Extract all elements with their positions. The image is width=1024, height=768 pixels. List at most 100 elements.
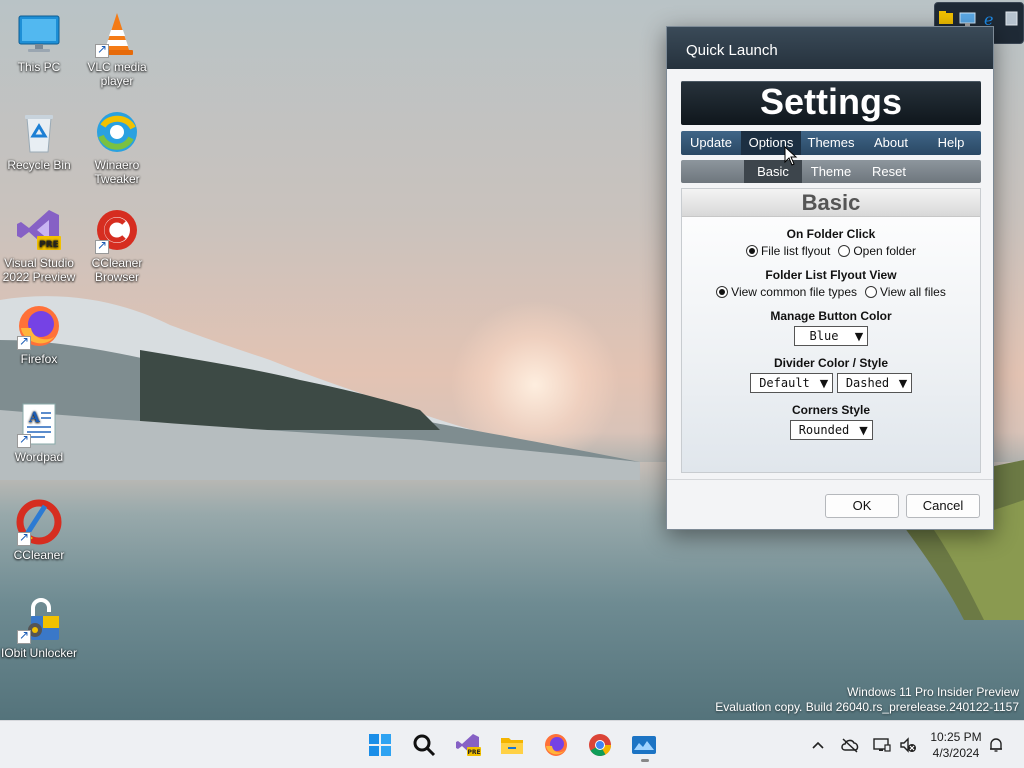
notification-bell-icon[interactable] — [986, 735, 1006, 755]
chrome-icon[interactable] — [584, 729, 616, 761]
wordpad-icon: A — [15, 400, 63, 448]
chevron-up-icon[interactable] — [808, 735, 828, 755]
search-icon[interactable] — [408, 729, 440, 761]
desktop-icon-label: This PC — [17, 60, 61, 74]
tab-themes[interactable]: Themes — [801, 131, 861, 155]
radio-label: File list flyout — [760, 244, 831, 258]
dialog-footer: OK Cancel — [667, 479, 993, 529]
desktop-icon-this-pc[interactable]: This PC — [0, 10, 78, 74]
group-title: Manage Button Color — [770, 309, 892, 323]
corners-style-select[interactable]: Rounded ▼ — [789, 420, 873, 440]
watermark-edition: Windows 11 Pro Insider Preview — [847, 685, 1019, 699]
volume-muted-icon[interactable] — [898, 735, 918, 755]
select-value: Rounded — [798, 423, 850, 437]
select-value: Dashed — [845, 376, 890, 390]
radio-indicator[interactable] — [838, 245, 851, 257]
svg-text:A: A — [28, 410, 41, 426]
quick-launch-app-icon[interactable] — [628, 729, 660, 761]
manage-button-color-select[interactable]: Blue ▼ — [794, 326, 868, 346]
select-value: Blue — [809, 329, 839, 343]
shortcut-arrow-icon — [95, 238, 109, 254]
chevron-down-icon: ▼ — [898, 376, 908, 390]
file-explorer-icon[interactable] — [496, 729, 528, 761]
group-title: Corners Style — [791, 403, 871, 417]
svg-text:PRE: PRE — [39, 240, 59, 250]
options-subtabs: Basic Theme Reset — [681, 160, 981, 183]
ccleaner-browser-icon — [93, 206, 141, 254]
cloud-offline-icon[interactable] — [840, 735, 860, 755]
firefox-icon[interactable] — [540, 729, 572, 761]
desktop-icon-recycle-bin[interactable]: Recycle Bin — [0, 108, 78, 172]
desktop-icon-iobit-unlocker[interactable]: IObit Unlocker — [0, 596, 78, 660]
desktop-icon-label: CCleaner Browser — [91, 256, 143, 284]
visual-studio-icon: PRE — [15, 206, 63, 254]
shortcut-arrow-icon — [17, 432, 31, 448]
clock-date: 4/3/2024 — [932, 746, 980, 760]
chevron-down-icon: ▼ — [854, 329, 864, 343]
radio-indicator[interactable] — [865, 286, 878, 298]
ok-button[interactable]: OK — [825, 494, 899, 518]
shortcut-arrow-icon — [95, 42, 109, 58]
vlc-cone-icon — [93, 10, 141, 58]
taskbar: PRE 10:25 PM 4/3/2024 — [0, 720, 1024, 768]
desktop-icon-wordpad[interactable]: A Wordpad — [0, 400, 78, 464]
group-title: Folder List Flyout View — [765, 268, 897, 282]
windows-start-icon[interactable] — [364, 729, 396, 761]
network-display-icon[interactable] — [872, 735, 892, 755]
tab-update[interactable]: Update — [681, 131, 741, 155]
recycle-bin-icon — [15, 108, 63, 156]
watermark-build: Evaluation copy. Build 26040.rs_prerelea… — [715, 700, 1019, 714]
clock-time: 10:25 PM — [930, 730, 982, 744]
divider-color-select[interactable]: Default ▼ — [750, 373, 833, 393]
desktop-icon-vlc[interactable]: VLC media player — [78, 10, 156, 88]
on-folder-click-group: On Folder Click File list flyout Open fo… — [682, 227, 980, 258]
subtabs-spacer — [681, 160, 744, 183]
desktop-icon-label: Recycle Bin — [7, 158, 71, 172]
corners-style-group: Corners Style Rounded ▼ — [682, 403, 980, 440]
tab-about[interactable]: About — [861, 131, 921, 155]
select-value: Default — [759, 376, 810, 390]
desktop-icon-label: Visual Studio 2022 Preview — [2, 256, 76, 284]
radio-indicator-checked[interactable] — [745, 245, 758, 257]
chevron-down-icon: ▼ — [819, 376, 829, 390]
subtab-theme[interactable]: Theme — [802, 160, 860, 183]
dialog-titlebar[interactable]: Quick Launch — [667, 27, 993, 69]
desktop-icon-label: VLC media player — [87, 60, 147, 88]
desktop-icon-ccleaner-browser[interactable]: CCleaner Browser — [78, 206, 156, 284]
visual-studio-preview-icon[interactable]: PRE — [452, 729, 484, 761]
radio-label: View common file types — [731, 285, 858, 299]
computer-icon — [15, 10, 63, 58]
folder-list-view-group: Folder List Flyout View View common file… — [682, 268, 980, 299]
mouse-cursor-icon — [784, 146, 798, 166]
basic-options-panel: Basic On Folder Click File list flyout O… — [681, 188, 981, 473]
radio-indicator-checked[interactable] — [716, 286, 729, 298]
radio-open-folder[interactable]: Open folder — [838, 244, 916, 258]
radio-view-all-files[interactable]: View all files — [865, 285, 946, 299]
system-clock[interactable]: 10:25 PM 4/3/2024 — [922, 729, 990, 761]
divider-style-select[interactable]: Dashed ▼ — [837, 373, 912, 393]
wallpaper-hills — [0, 296, 640, 480]
cancel-button[interactable]: Cancel — [906, 494, 980, 518]
radio-label: View all files — [880, 285, 946, 299]
desktop-icon-ccleaner[interactable]: CCleaner — [0, 498, 78, 562]
desktop-icon-visual-studio[interactable]: PRE Visual Studio 2022 Preview — [0, 206, 78, 284]
ccleaner-icon — [15, 498, 63, 546]
desktop-icon-label: Wordpad — [14, 450, 64, 464]
quick-launch-settings-dialog: Quick Launch Settings Update Options The… — [666, 26, 994, 530]
windows-watermark: Windows 11 Pro Insider Preview Evaluatio… — [715, 685, 1019, 715]
chevron-down-icon: ▼ — [859, 423, 868, 437]
radio-label: Open folder — [853, 244, 917, 258]
manage-button-color-group: Manage Button Color Blue ▼ — [682, 309, 980, 346]
main-tabs: Update Options Themes About Help — [681, 131, 981, 155]
group-title: On Folder Click — [786, 227, 876, 241]
radio-file-list-flyout[interactable]: File list flyout — [745, 244, 831, 258]
desktop-icon-firefox[interactable]: Firefox — [0, 302, 78, 366]
subtab-reset[interactable]: Reset — [860, 160, 918, 183]
panel-title: Basic — [682, 189, 980, 217]
desktop-icon-winaero-tweaker[interactable]: Winaero Tweaker — [78, 108, 156, 186]
group-title: Divider Color / Style — [773, 356, 889, 370]
radio-view-common-file-types[interactable]: View common file types — [716, 285, 857, 299]
iobit-unlocker-icon — [15, 596, 63, 644]
tab-help[interactable]: Help — [921, 131, 981, 155]
shortcut-arrow-icon — [17, 530, 31, 546]
